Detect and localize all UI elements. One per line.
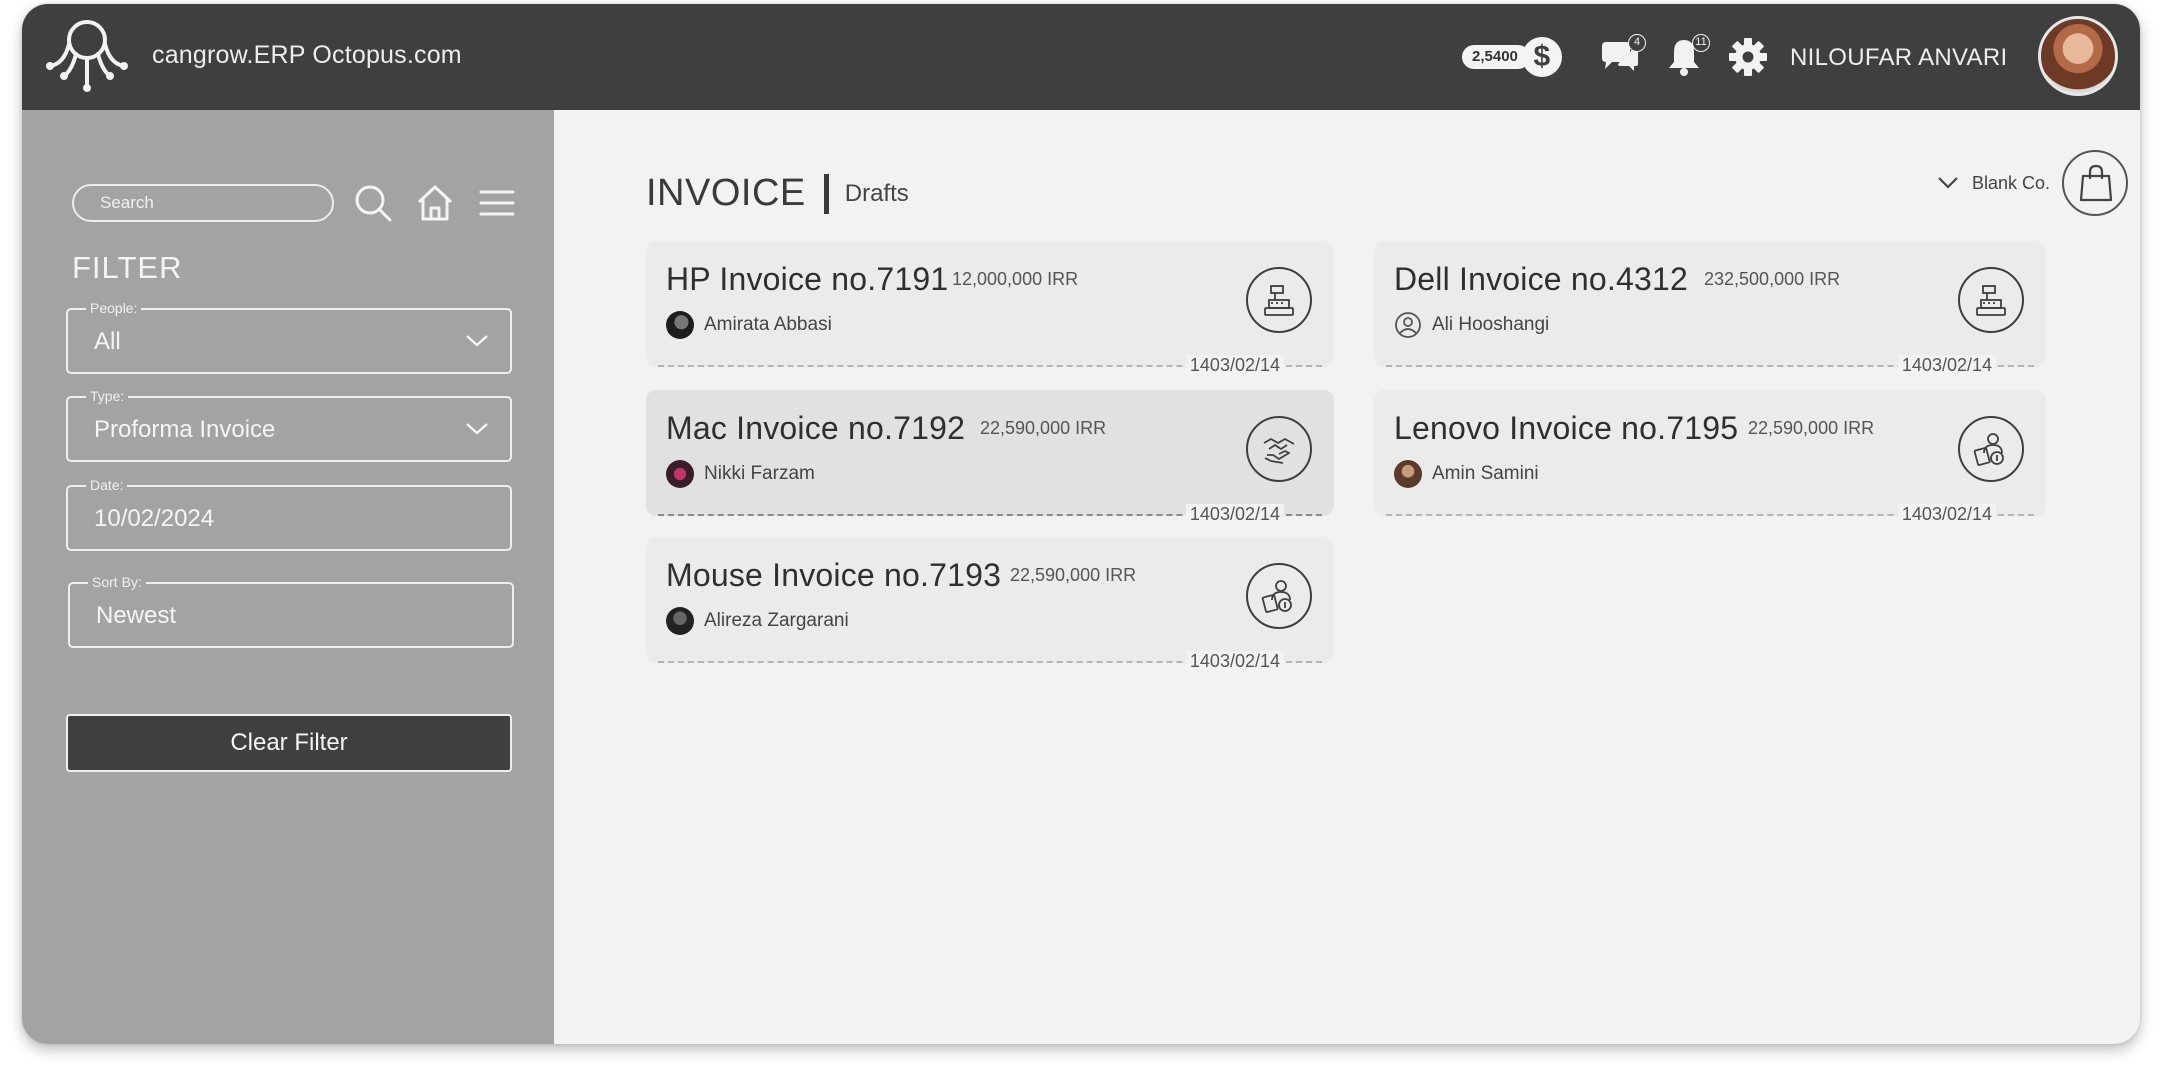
messages-icon[interactable]: 4 [1598, 34, 1646, 78]
sort-by-value: Newest [96, 602, 177, 629]
balance-amount: 2,5400 [1462, 45, 1530, 69]
type-label: Type: [86, 387, 129, 405]
invoice-person: Alireza Zargarani [666, 607, 849, 635]
chevron-down-icon [466, 423, 488, 435]
octopus-logo-icon[interactable] [42, 14, 132, 100]
app-title: cangrow.ERP Octopus.com [152, 41, 462, 69]
invoice-amount: 22,590,000 IRR [1748, 418, 1875, 438]
invoice-title: Dell Invoice no.4312 [1394, 261, 1688, 297]
person-name: Nikki Farzam [704, 463, 815, 484]
person-name: Alireza Zargarani [704, 610, 849, 631]
person-name: Amirata Abbasi [704, 314, 832, 335]
sort-by-label: Sort By: [88, 573, 146, 591]
invoice-title: Mac Invoice no.7192 [666, 410, 966, 446]
menu-icon[interactable] [476, 182, 518, 224]
user-placeholder-icon [1395, 312, 1421, 338]
invoice-person: Amin Samini [1394, 460, 1539, 488]
top-bar: cangrow.ERP Octopus.com 2,5400 $ 4 11 NI… [22, 4, 2140, 110]
page-title: INVOICE [646, 172, 806, 214]
page-subtitle: Drafts [844, 179, 909, 207]
person-avatar [666, 607, 694, 635]
invoice-person: Ali Hooshangi [1394, 311, 1549, 339]
invoice-date: 1403/02/14 [1185, 651, 1284, 671]
invoice-amount: 12,000,000 IRR [952, 269, 1079, 289]
invoice-date: 1403/02/14 [1897, 355, 1996, 375]
sort-by-field[interactable]: Sort By: Newest [68, 573, 514, 648]
shopping-bag-icon[interactable] [2062, 150, 2129, 216]
client-money-icon [1246, 563, 1312, 629]
invoice-card-mouse[interactable]: Mouse Invoice no.7193 22,590,000 IRR Ali… [646, 537, 1334, 671]
balance-widget[interactable]: 2,5400 $ [1462, 37, 1562, 77]
cash-register-icon [1246, 267, 1312, 333]
invoice-card-hp[interactable]: HP Invoice no.7191 12,000,000 IRR Amirat… [646, 241, 1334, 375]
invoice-date: 1403/02/14 [1897, 504, 1996, 524]
invoice-amount: 22,590,000 IRR [1010, 565, 1137, 585]
heading-divider [823, 173, 829, 214]
search-input[interactable]: Search [72, 184, 334, 222]
notifications-icon[interactable]: 11 [1662, 34, 1710, 78]
client-money-icon [1958, 416, 2024, 482]
invoice-person: Nikki Farzam [666, 460, 815, 488]
invoice-person: Amirata Abbasi [666, 311, 832, 339]
invoice-title: Mouse Invoice no.7193 [666, 557, 1002, 593]
app-window: cangrow.ERP Octopus.com 2,5400 $ 4 11 NI… [22, 4, 2140, 1044]
invoice-title: HP Invoice no.7191 [666, 261, 949, 297]
people-select[interactable]: People: All [66, 299, 512, 374]
notifications-badge: 11 [1692, 34, 1710, 52]
filter-title: FILTER [72, 250, 183, 285]
company-selector[interactable]: Blank Co. [1936, 150, 2129, 216]
page-heading: INVOICE Drafts [646, 172, 909, 215]
messages-badge: 4 [1628, 34, 1646, 52]
person-avatar [666, 460, 694, 488]
person-name: Ali Hooshangi [1432, 314, 1550, 335]
chevron-down-icon [1938, 177, 1958, 189]
date-value: 10/02/2024 [94, 505, 215, 532]
invoice-amount: 22,590,000 IRR [980, 418, 1107, 438]
chevron-down-icon [466, 335, 488, 347]
invoice-date: 1403/02/14 [1185, 355, 1284, 375]
user-avatar[interactable] [2038, 16, 2118, 96]
settings-gear-icon[interactable] [1726, 36, 1770, 78]
filter-sidebar: Search FILTER People: All Type: Proforma… [22, 110, 554, 1044]
type-value: Proforma Invoice [94, 416, 276, 443]
people-value: All [94, 328, 121, 355]
dollar-icon: $ [1521, 37, 1562, 77]
clear-filter-button[interactable]: Clear Filter [66, 714, 512, 772]
people-label: People: [86, 299, 142, 317]
invoice-date: 1403/02/14 [1185, 504, 1284, 524]
search-icon[interactable] [352, 182, 394, 224]
company-name: Blank Co. [1972, 172, 2051, 193]
person-avatar [666, 311, 694, 339]
invoice-amount: 232,500,000 IRR [1704, 269, 1841, 289]
invoice-card-mac[interactable]: Mac Invoice no.7192 22,590,000 IRR Nikki… [646, 390, 1334, 524]
user-name[interactable]: NILOUFAR ANVARI [1790, 44, 2007, 72]
person-name: Amin Samini [1432, 463, 1539, 484]
person-avatar [1394, 460, 1422, 488]
invoice-title: Lenovo Invoice no.7195 [1394, 410, 1739, 446]
date-label: Date: [86, 476, 128, 494]
date-field[interactable]: Date: 10/02/2024 [66, 476, 512, 551]
home-icon[interactable] [414, 182, 456, 224]
invoice-card-dell[interactable]: Dell Invoice no.4312 232,500,000 IRR Ali… [1374, 241, 2046, 375]
cash-register-icon [1958, 267, 2024, 333]
handshake-icon [1246, 416, 1312, 482]
type-select[interactable]: Type: Proforma Invoice [66, 387, 512, 462]
invoice-card-lenovo[interactable]: Lenovo Invoice no.7195 22,590,000 IRR Am… [1374, 390, 2046, 524]
